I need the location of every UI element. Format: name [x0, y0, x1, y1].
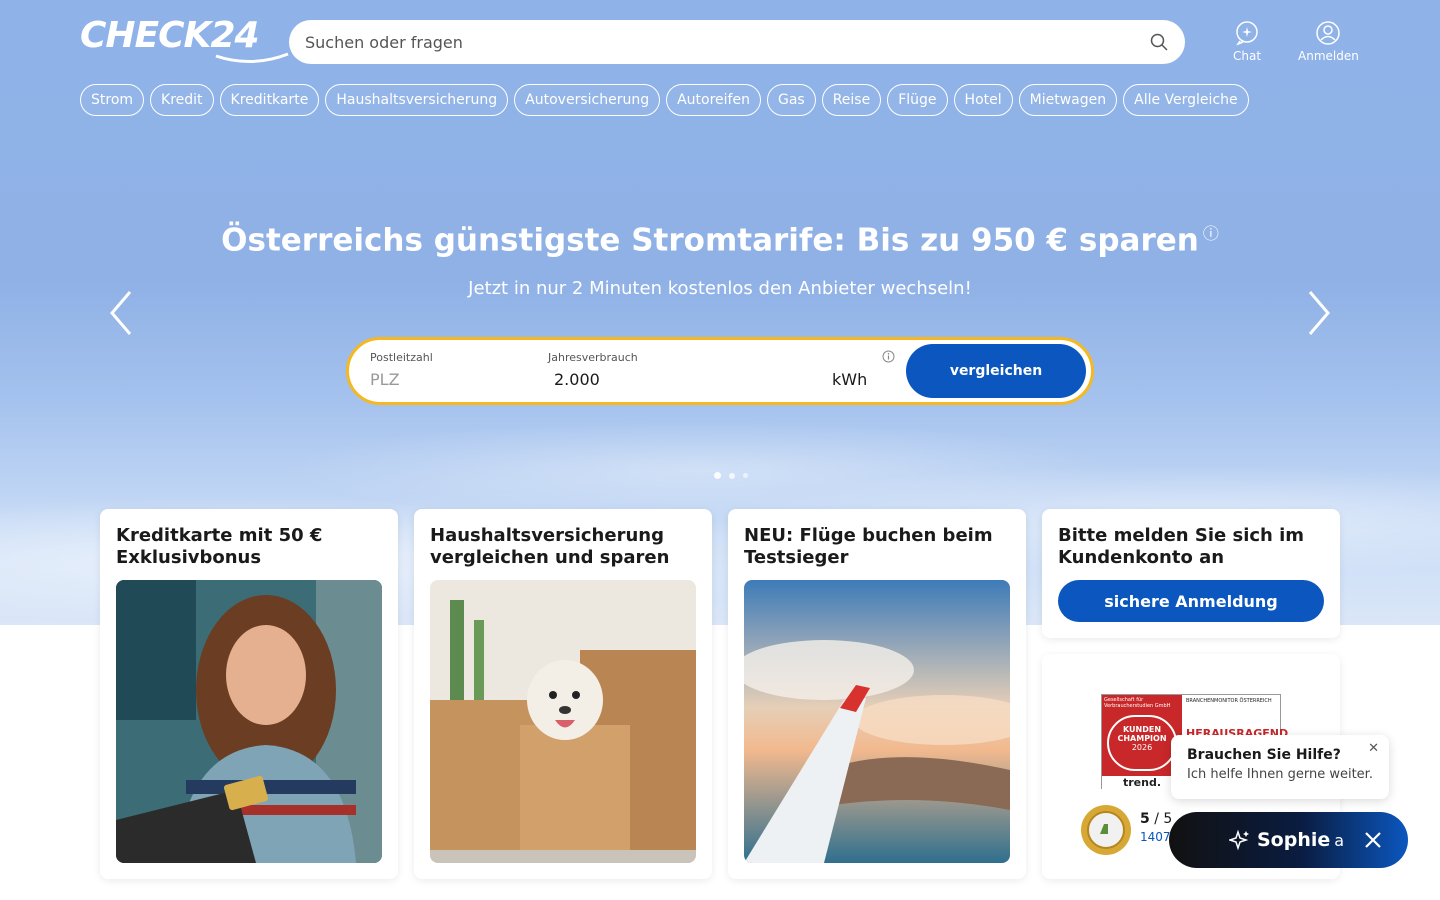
nav-pill-kredit[interactable]: Kredit [150, 84, 214, 116]
chat-button[interactable]: Chat [1233, 20, 1261, 63]
login-header-button[interactable]: Anmelden [1298, 20, 1359, 63]
search-bar[interactable] [289, 20, 1185, 64]
card-fluege[interactable]: NEU: Flüge buchen beim Testsieger [728, 509, 1026, 879]
card-haushaltsversicherung[interactable]: Haushaltsversicherung vergleichen und sp… [414, 509, 712, 879]
sophie-suffix: a [1334, 830, 1345, 850]
sparkle-icon [1229, 829, 1249, 851]
ekomi-seal-icon [1081, 805, 1131, 855]
rating-count[interactable]: 1407 [1140, 830, 1171, 844]
badge-right-top: BRANCHENMONITOR ÖSTERREICH [1186, 698, 1272, 704]
compare-button[interactable]: vergleichen [906, 344, 1086, 398]
carousel-next-arrow-icon[interactable] [1304, 288, 1334, 338]
card-kreditkarte[interactable]: Kreditkarte mit 50 € Exklusivbonus [100, 509, 398, 879]
nav-pill-mietwagen[interactable]: Mietwagen [1018, 84, 1118, 116]
help-close-icon[interactable]: ✕ [1368, 741, 1379, 756]
chat-label: Chat [1233, 49, 1262, 63]
usage-input[interactable]: 2.000 [554, 370, 600, 389]
check24-logo[interactable]: CHECK24 [80, 15, 289, 66]
sophie-name: Sophie [1257, 829, 1331, 851]
logo-text: CHECK24 [80, 15, 260, 56]
nav-pill-reise[interactable]: Reise [821, 84, 882, 116]
help-text: Ich helfe Ihnen gerne weiter. [1187, 767, 1373, 782]
close-icon[interactable] [1364, 831, 1382, 849]
plz-input[interactable]: PLZ [370, 370, 400, 389]
nav-pill-autoreifen[interactable]: Autoreifen [666, 84, 761, 116]
badge-top-text: Gesellschaft für Verbraucherstudien GmbH [1104, 697, 1171, 709]
rating-score: 5 [1140, 811, 1150, 827]
sophie-assistant-button[interactable]: Sophie a [1169, 812, 1408, 868]
badge-line2: CHAMPION [1117, 734, 1167, 743]
card-image-woman-credit-card [116, 580, 382, 863]
nav-pill-hotel[interactable]: Hotel [953, 84, 1013, 116]
rating-text: 5 / 5 [1140, 811, 1172, 827]
secure-login-button[interactable]: sichere Anmeldung [1058, 580, 1324, 622]
carousel-dot-1[interactable] [714, 472, 721, 479]
badge-line1: KUNDEN [1122, 725, 1162, 734]
rating-max: / 5 [1149, 811, 1173, 827]
badge-year: 2026 [1131, 743, 1153, 752]
badge-brand: trend. [1102, 776, 1182, 790]
card-image-dog-in-box [430, 580, 696, 863]
help-popup: Brauchen Sie Hilfe? Ich helfe Ihnen gern… [1171, 735, 1389, 799]
nav-pill-strom[interactable]: Strom [80, 84, 145, 116]
hero-subtitle: Jetzt in nur 2 Minuten kostenlos den Anb… [468, 278, 972, 299]
carousel-dot-3[interactable] [743, 473, 748, 478]
user-icon [1316, 21, 1341, 45]
plz-label: Postleitzahl [370, 351, 433, 364]
card-login: Bitte melden Sie sich im Kundenkonto an … [1042, 509, 1340, 638]
card-title: Haushaltsversicherung vergleichen und sp… [430, 525, 670, 568]
search-icon[interactable] [1149, 32, 1169, 52]
carousel-dot-2[interactable] [729, 472, 735, 479]
card-image-airplane-wing [744, 580, 1010, 863]
hero-title-text: Österreichs günstigste Stromtarife: Bis … [221, 222, 1199, 259]
login-header-label: Anmelden [1298, 49, 1359, 63]
card-title: NEU: Flüge buchen beim Testsieger [744, 525, 993, 568]
info-icon[interactable]: ⓘ [1203, 224, 1219, 243]
search-input[interactable] [305, 32, 1149, 52]
carousel-dots [714, 472, 748, 479]
nav-pill-kreditkarte[interactable]: Kreditkarte [219, 84, 320, 116]
card-title: Kreditkarte mit 50 € Exklusivbonus [116, 525, 323, 568]
kunden-champion-badge: Gesellschaft für Verbraucherstudien GmbH… [1102, 695, 1182, 790]
usage-label: Jahresverbrauch [548, 351, 638, 364]
category-nav: Strom Kredit Kreditkarte Haushaltsversic… [80, 84, 1249, 116]
usage-info-icon[interactable] [882, 350, 895, 363]
nav-pill-gas[interactable]: Gas [766, 84, 816, 116]
chat-sparkle-icon [1236, 21, 1258, 46]
hero-title: Österreichs günstigste Stromtarife: Bis … [0, 220, 1440, 258]
card-title: Bitte melden Sie sich im Kundenkonto an [1058, 525, 1305, 568]
nav-pill-fluege[interactable]: Flüge [887, 84, 948, 116]
usage-unit: kWh [832, 370, 868, 389]
logo-swoosh-icon [215, 52, 289, 64]
help-title: Brauchen Sie Hilfe? [1187, 747, 1341, 763]
nav-pill-autoversicherung[interactable]: Autoversicherung [514, 84, 661, 116]
nav-pill-haushaltsversicherung[interactable]: Haushaltsversicherung [325, 84, 509, 116]
carousel-prev-arrow-icon[interactable] [106, 288, 136, 338]
strom-compare-form: Postleitzahl PLZ Jahresverbrauch 2.000 k… [346, 337, 1094, 405]
nav-pill-alle-vergleiche[interactable]: Alle Vergleiche [1123, 84, 1249, 116]
